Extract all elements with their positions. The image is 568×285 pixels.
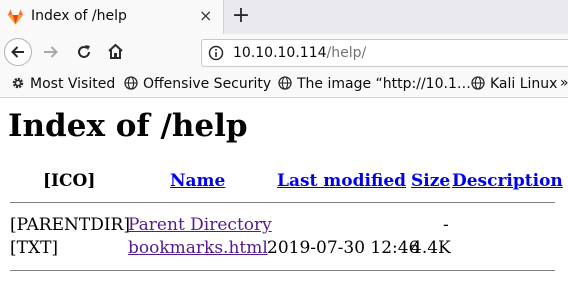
- file-link-bookmarks[interactable]: bookmarks.html: [128, 238, 268, 258]
- page-title: Index of /help: [8, 108, 248, 144]
- tab-title: Index of /help: [31, 8, 127, 24]
- url-path: /help/: [326, 45, 367, 61]
- reload-icon[interactable]: [76, 44, 92, 60]
- tab-close-icon[interactable]: ×: [199, 7, 212, 25]
- bookmark-kali-linux[interactable]: Kali Linux: [471, 76, 557, 92]
- bookmark-offensive-security[interactable]: Offensive Security: [124, 76, 271, 92]
- navigation-bar: 10.10.10.114/help/: [0, 34, 568, 72]
- globe-icon: [471, 76, 485, 90]
- site-info-icon[interactable]: [208, 45, 224, 61]
- page-content: Index of /help [ICO] Name Last modified …: [0, 98, 568, 285]
- url-host: 10.10.10.114: [233, 45, 327, 61]
- parent-directory-link[interactable]: Parent Directory: [128, 215, 272, 235]
- footer-divider: [10, 270, 555, 271]
- url-bar[interactable]: 10.10.10.114/help/: [201, 39, 568, 67]
- bookmark-label: Most Visited: [30, 76, 116, 92]
- column-header-name[interactable]: Name: [170, 171, 225, 191]
- bookmark-image-link[interactable]: The image “http://10.1…: [278, 76, 471, 92]
- column-header-modified[interactable]: Last modified: [277, 171, 406, 191]
- row-size: -: [443, 215, 449, 235]
- header-divider: [10, 202, 555, 203]
- back-button[interactable]: [4, 38, 32, 66]
- column-header-description[interactable]: Description: [452, 171, 563, 191]
- forward-arrow-icon[interactable]: [42, 44, 60, 60]
- sort-by-size-link[interactable]: Size: [411, 171, 450, 191]
- gitlab-favicon-icon: [8, 9, 23, 25]
- bookmarks-toolbar: Most Visited Offensive Security The imag…: [0, 72, 568, 98]
- row-size: 4.4K: [411, 238, 451, 258]
- new-tab-button[interactable]: +: [230, 5, 252, 27]
- bookmarks-overflow-button[interactable]: »: [560, 75, 568, 91]
- globe-icon: [124, 76, 138, 90]
- bookmark-label: The image “http://10.1…: [297, 76, 471, 92]
- gear-icon: [12, 77, 24, 89]
- row-icon: [TXT]: [10, 238, 59, 258]
- globe-icon: [278, 76, 292, 90]
- column-header-size[interactable]: Size: [411, 171, 450, 191]
- bookmark-most-visited[interactable]: Most Visited: [11, 76, 115, 92]
- row-name[interactable]: Parent Directory: [128, 215, 272, 235]
- sort-by-description-link[interactable]: Description: [452, 171, 563, 191]
- row-name[interactable]: bookmarks.html: [128, 238, 268, 258]
- home-icon[interactable]: [107, 43, 124, 60]
- bookmark-label: Offensive Security: [143, 76, 272, 92]
- url-text: 10.10.10.114/help/: [233, 45, 366, 61]
- back-arrow-icon: [11, 46, 24, 58]
- bookmark-label: Kali Linux: [490, 76, 558, 92]
- tab-active[interactable]: Index of /help ×: [0, 0, 224, 34]
- row-modified: 2019-07-30 12:46: [267, 238, 420, 258]
- sort-by-name-link[interactable]: Name: [170, 171, 225, 191]
- row-icon: [PARENTDIR]: [10, 215, 130, 235]
- tab-bar: Index of /help × +: [0, 0, 568, 34]
- sort-by-modified-link[interactable]: Last modified: [277, 171, 406, 191]
- column-header-icon: [ICO]: [43, 171, 96, 191]
